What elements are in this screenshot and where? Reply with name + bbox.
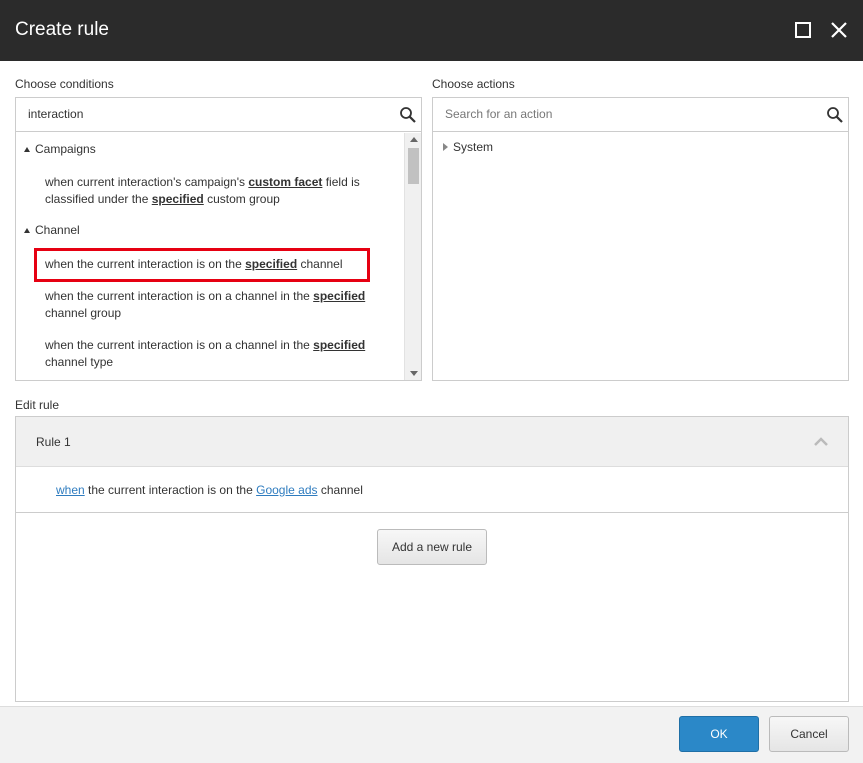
conditions-panel: Campaigns when current interaction's cam… [15,97,422,381]
search-icon[interactable] [826,106,844,124]
collapsed-triangle-icon[interactable] [443,143,448,151]
cancel-button[interactable]: Cancel [769,716,849,752]
ok-button[interactable]: OK [679,716,759,752]
specified-link: specified [313,338,366,352]
maximize-icon[interactable] [793,20,813,40]
custom-facet-link: custom facet [248,175,323,189]
scroll-thumb[interactable] [408,148,419,184]
edit-rule-label: Edit rule [15,398,60,412]
condition-specified-channel[interactable]: when the current interaction is on the s… [45,256,390,273]
title-bar: Create rule [0,0,863,61]
specified-link: specified [245,257,298,271]
rule-text: when the current interaction is on the G… [56,483,363,497]
condition-campaign-custom-facet[interactable]: when current interaction's campaign's cu… [45,174,390,208]
chevron-up-icon[interactable] [814,436,828,446]
actions-search [433,98,848,132]
scroll-down-icon[interactable] [410,371,418,376]
group-channel[interactable]: Channel [24,223,80,237]
rule-body: when the current interaction is on the G… [16,467,848,513]
rule-header[interactable]: Rule 1 [16,417,848,467]
action-node-system[interactable]: System [443,140,493,154]
expanded-triangle-icon[interactable] [24,147,30,152]
condition-channel-type[interactable]: when the current interaction is on a cha… [45,337,390,371]
specified-link: specified [151,192,204,206]
window-title: Create rule [15,19,109,40]
condition-channel-group[interactable]: when the current interaction is on a cha… [45,288,390,322]
add-new-rule-button[interactable]: Add a new rule [377,529,487,565]
conditions-search [16,98,421,132]
choose-actions-label: Choose actions [432,77,515,91]
rule-title: Rule 1 [36,435,71,449]
expanded-triangle-icon[interactable] [24,228,30,233]
actions-tree: System [433,133,848,380]
group-campaigns[interactable]: Campaigns [24,142,96,156]
conditions-search-input[interactable] [28,107,378,121]
scroll-up-icon[interactable] [410,137,418,142]
conditions-tree: Campaigns when current interaction's cam… [16,133,404,380]
actions-panel: System [432,97,849,381]
actions-search-input[interactable] [445,107,795,121]
conditions-scrollbar[interactable] [404,133,421,380]
close-icon[interactable] [829,20,849,40]
specified-link: specified [313,289,366,303]
choose-conditions-label: Choose conditions [15,77,114,91]
search-icon[interactable] [399,106,417,124]
when-link[interactable]: when [56,483,85,497]
channel-value-link[interactable]: Google ads [256,483,317,497]
